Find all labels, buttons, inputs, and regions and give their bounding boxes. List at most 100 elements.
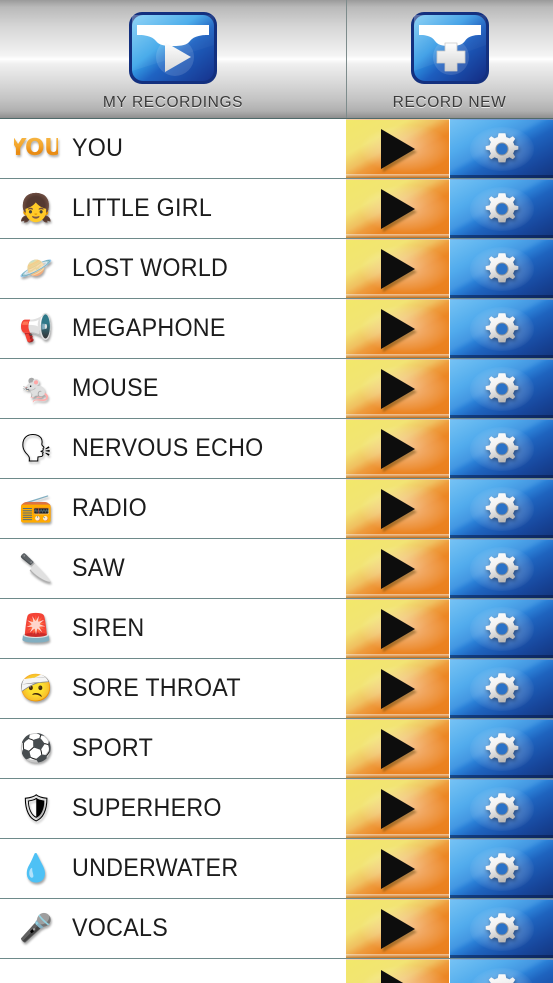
- play-button[interactable]: [346, 359, 450, 418]
- play-button[interactable]: [346, 599, 450, 658]
- recording-label: NERVOUS ECHO: [72, 434, 264, 462]
- play-button[interactable]: [346, 479, 450, 538]
- recording-label: SORE THROAT: [72, 674, 241, 702]
- list-item-nervous-echo[interactable]: 🗣 NERVOUS ECHO: [0, 419, 553, 479]
- list-item-little-girl[interactable]: 👧 LITTLE GIRL: [0, 179, 553, 239]
- folder-play-icon: [123, 9, 223, 92]
- list-item-siren[interactable]: 🚨 SIREN: [0, 599, 553, 659]
- recordings-list[interactable]: YOU YOU 👧 LITTLE GIRL 🪐 LOST WORLD 📢 MEG…: [0, 119, 553, 983]
- recording-row-main[interactable]: 🐁 MOUSE: [0, 359, 346, 418]
- list-item-lost-world[interactable]: 🪐 LOST WORLD: [0, 239, 553, 299]
- gear-icon: [485, 253, 518, 283]
- recording-label: YOU: [72, 134, 124, 162]
- recording-row-main[interactable]: 📻 RADIO: [0, 479, 346, 538]
- settings-button[interactable]: [450, 239, 553, 298]
- saw-icon: 🔪: [19, 553, 53, 583]
- settings-button[interactable]: [450, 719, 553, 778]
- recording-label: SPORT: [72, 734, 154, 762]
- gear-icon: [485, 853, 518, 883]
- recording-label: LITTLE GIRL: [72, 194, 213, 222]
- play-button[interactable]: [346, 659, 450, 718]
- play-button[interactable]: [346, 719, 450, 778]
- play-icon: [380, 609, 415, 649]
- recording-row-main[interactable]: 🗣 NERVOUS ECHO: [0, 419, 346, 478]
- recording-row-main[interactable]: 💧 UNDERWATER: [0, 839, 346, 898]
- play-icon: [380, 369, 415, 409]
- tab-my-recordings[interactable]: MY RECORDINGS: [0, 0, 346, 118]
- gear-icon: [485, 433, 518, 463]
- settings-button[interactable]: [450, 599, 553, 658]
- throat-icon: 🤕: [19, 673, 53, 703]
- play-icon: [380, 669, 415, 709]
- list-item-saw[interactable]: 🔪 SAW: [0, 539, 553, 599]
- gear-icon: [485, 793, 518, 823]
- play-icon: [380, 429, 415, 469]
- play-button[interactable]: [346, 899, 450, 958]
- recording-row-main[interactable]: 🚨 SIREN: [0, 599, 346, 658]
- settings-button[interactable]: [450, 959, 553, 983]
- list-item-you[interactable]: YOU YOU: [0, 119, 553, 179]
- list-item-sport[interactable]: ⚽ SPORT: [0, 719, 553, 779]
- recording-label: RADIO: [72, 494, 148, 522]
- gear-icon: [485, 733, 518, 763]
- recording-label: MOUSE: [72, 374, 159, 402]
- recording-row-main[interactable]: 🎤 VOCALS: [0, 899, 346, 958]
- play-icon: [380, 549, 415, 589]
- settings-button[interactable]: [450, 359, 553, 418]
- play-button[interactable]: [346, 119, 450, 178]
- list-item-megaphone[interactable]: 📢 MEGAPHONE: [0, 299, 553, 359]
- settings-button[interactable]: [450, 659, 553, 718]
- list-item-sore-throat[interactable]: 🤕 SORE THROAT: [0, 659, 553, 719]
- play-button[interactable]: [346, 419, 450, 478]
- recording-label: LOST WORLD: [72, 254, 229, 282]
- recording-row-main[interactable]: 🪐 LOST WORLD: [0, 239, 346, 298]
- play-button[interactable]: [346, 179, 450, 238]
- play-button[interactable]: [346, 959, 450, 983]
- play-icon: [380, 849, 415, 889]
- play-icon: [380, 969, 415, 983]
- app-root: MY RECORDINGS RECORD NEW YOU YOU 👧 LITTL…: [0, 0, 553, 983]
- planet-icon: 🪐: [19, 253, 53, 283]
- recording-label: SUPERHERO: [72, 794, 222, 822]
- recording-label: SIREN: [72, 614, 145, 642]
- play-button[interactable]: [346, 239, 450, 298]
- settings-button[interactable]: [450, 839, 553, 898]
- gear-icon: [485, 133, 518, 163]
- play-button[interactable]: [346, 539, 450, 598]
- recording-row-main[interactable]: ⚽ SPORT: [0, 719, 346, 778]
- list-item-radio[interactable]: 📻 RADIO: [0, 479, 553, 539]
- gear-icon: [488, 973, 515, 983]
- settings-button[interactable]: [450, 539, 553, 598]
- play-button[interactable]: [346, 839, 450, 898]
- play-icon: [380, 309, 415, 349]
- list-item-underwater[interactable]: 💧 UNDERWATER: [0, 839, 553, 899]
- folder-plus-icon: [406, 9, 494, 92]
- settings-button[interactable]: [450, 899, 553, 958]
- recording-row-main[interactable]: 🛡 SUPERHERO: [0, 779, 346, 838]
- play-icon: [380, 909, 415, 949]
- recording-label: UNDERWATER: [72, 854, 239, 882]
- recording-row-main[interactable]: YOU YOU: [0, 119, 346, 178]
- tab-record-new[interactable]: RECORD NEW: [346, 0, 553, 118]
- recording-label: VOCALS: [72, 914, 169, 942]
- settings-button[interactable]: [450, 419, 553, 478]
- settings-button[interactable]: [450, 299, 553, 358]
- settings-button[interactable]: [450, 479, 553, 538]
- recording-row-main[interactable]: 🔪 SAW: [0, 539, 346, 598]
- gear-icon: [485, 493, 518, 523]
- recording-row-main[interactable]: 🤕 SORE THROAT: [0, 659, 346, 718]
- recording-row-main[interactable]: [0, 959, 346, 983]
- play-icon: [380, 789, 415, 829]
- list-item-vocals[interactable]: 🎤 VOCALS: [0, 899, 553, 959]
- list-item-mouse[interactable]: 🐁 MOUSE: [0, 359, 553, 419]
- settings-button[interactable]: [450, 779, 553, 838]
- settings-button[interactable]: [450, 179, 553, 238]
- recording-row-main[interactable]: 📢 MEGAPHONE: [0, 299, 346, 358]
- list-item-superhero[interactable]: 🛡 SUPERHERO: [0, 779, 553, 839]
- recording-row-main[interactable]: 👧 LITTLE GIRL: [0, 179, 346, 238]
- play-button[interactable]: [346, 299, 450, 358]
- list-item-partial[interactable]: [0, 959, 553, 983]
- gear-icon: [485, 313, 518, 343]
- play-button[interactable]: [346, 779, 450, 838]
- settings-button[interactable]: [450, 119, 553, 178]
